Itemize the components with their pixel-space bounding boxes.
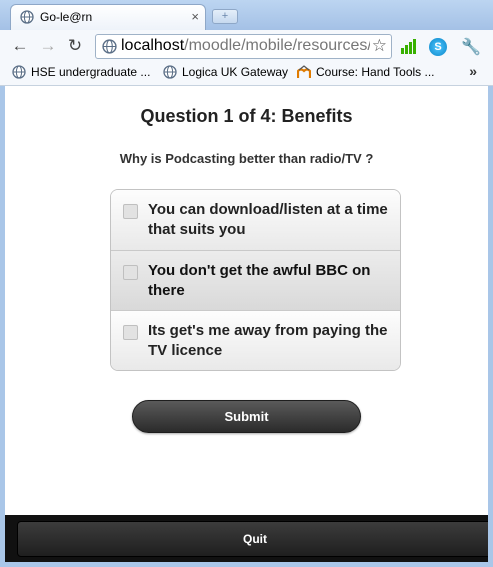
- url-host: localhost: [121, 37, 185, 54]
- bookmarks-bar: HSE undergraduate ... Logica UK Gateway …: [0, 62, 493, 86]
- globe-icon: [20, 10, 34, 24]
- window-frame-left: [0, 86, 5, 567]
- footer-bar: Quit: [5, 515, 488, 562]
- bookmark-item[interactable]: HSE undergraduate ...: [12, 65, 150, 79]
- checkbox[interactable]: [123, 204, 138, 219]
- tab-title: Go-le@rn: [40, 10, 93, 24]
- page-globe-icon: [102, 39, 117, 54]
- back-button[interactable]: ←: [10, 36, 30, 56]
- bookmark-item[interactable]: Course: Hand Tools ...: [297, 65, 435, 79]
- answer-options: You can download/listen at a time that s…: [110, 189, 401, 371]
- browser-tab[interactable]: Go-le@rn ×: [10, 4, 206, 30]
- moodle-icon: [297, 65, 311, 78]
- skype-icon[interactable]: S: [429, 38, 447, 56]
- answer-label: Its get's me away from paying the TV lic…: [148, 322, 388, 359]
- tab-strip: Go-le@rn × +: [0, 0, 493, 30]
- bookmark-star-icon[interactable]: ☆: [369, 36, 387, 56]
- wrench-icon[interactable]: 🔧: [461, 37, 481, 57]
- bookmark-label: Course: Hand Tools ...: [316, 65, 435, 79]
- answer-label: You can download/listen at a time that s…: [148, 201, 388, 238]
- answer-label: You don't get the awful BBC on there: [148, 262, 371, 299]
- forward-button[interactable]: →: [38, 36, 58, 56]
- question-title: Question 1 of 4: Benefits: [140, 106, 353, 126]
- url-text: localhost/moodle/mobile/resources/: [121, 37, 372, 55]
- answer-option[interactable]: Its get's me away from paying the TV lic…: [111, 310, 400, 370]
- reload-button[interactable]: ↻: [65, 36, 85, 56]
- window-frame-bottom: [0, 562, 493, 567]
- window-frame-right: [488, 86, 493, 567]
- close-tab-icon[interactable]: ×: [191, 9, 199, 24]
- more-bookmarks-icon[interactable]: »: [469, 63, 477, 79]
- checkbox[interactable]: [123, 265, 138, 280]
- question-text: Why is Podcasting better than radio/TV ?: [119, 151, 374, 166]
- browser-toolbar: ← → ↻ localhost/moodle/mobile/resources/…: [0, 30, 493, 63]
- answer-option[interactable]: You can download/listen at a time that s…: [111, 190, 400, 250]
- answer-option[interactable]: You don't get the awful BBC on there: [111, 250, 400, 310]
- signal-bars-icon[interactable]: [401, 39, 417, 54]
- address-bar[interactable]: localhost/moodle/mobile/resources/ ☆: [95, 34, 392, 59]
- bookmark-label: HSE undergraduate ...: [31, 65, 151, 79]
- checkbox[interactable]: [123, 325, 138, 340]
- url-path: /moodle/mobile/resources/: [184, 37, 372, 54]
- bookmark-item[interactable]: Logica UK Gateway: [163, 65, 288, 79]
- globe-icon: [12, 65, 26, 79]
- globe-icon: [163, 65, 177, 79]
- page-content: Question 1 of 4: Benefits Why is Podcast…: [5, 86, 488, 562]
- new-tab-button[interactable]: +: [212, 9, 238, 24]
- quit-button[interactable]: Quit: [17, 521, 488, 557]
- bookmark-label: Logica UK Gateway: [182, 65, 289, 79]
- submit-button[interactable]: Submit: [132, 400, 361, 433]
